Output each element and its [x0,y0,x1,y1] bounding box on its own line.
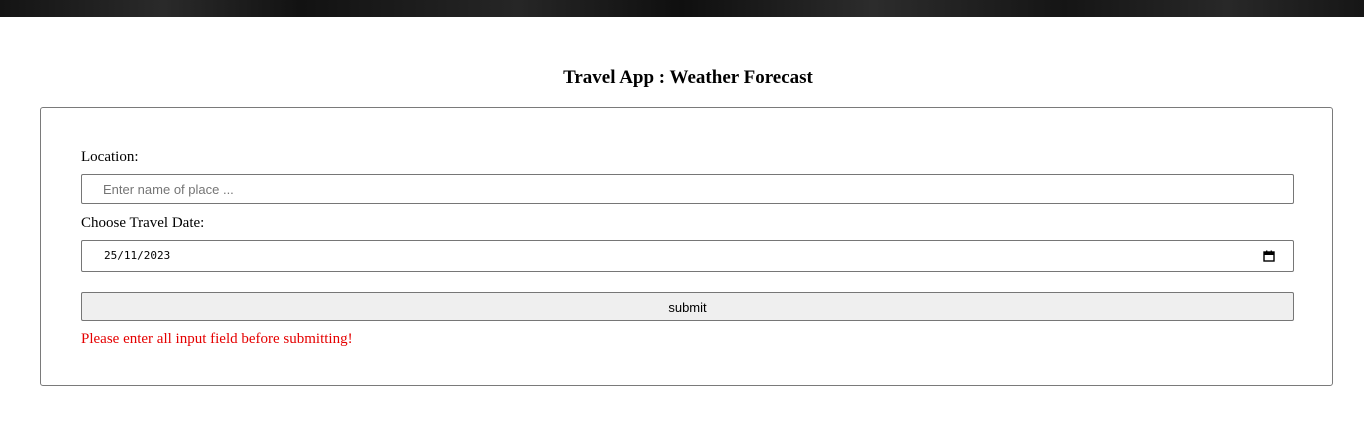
header-banner-image [0,0,1364,17]
location-input[interactable] [81,174,1294,204]
travel-date-input[interactable]: 25/11/2023 [81,240,1294,272]
submit-button[interactable]: submit [81,292,1294,321]
error-message: Please enter all input field before subm… [81,331,353,347]
travel-date-value[interactable]: 25/11/2023 [104,249,170,263]
travel-date-label: Choose Travel Date: [81,215,205,231]
location-label: Location: [81,149,139,165]
weather-form: Location: Choose Travel Date: 25/11/2023… [40,107,1333,386]
page-title: Travel App : Weather Forecast [563,67,813,88]
calendar-icon[interactable] [1263,250,1275,262]
